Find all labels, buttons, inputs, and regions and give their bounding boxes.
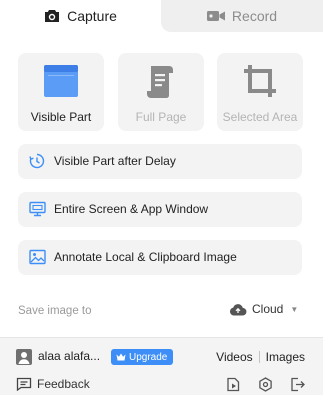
feedback-button[interactable]: Feedback	[16, 377, 90, 391]
link-divider	[258, 351, 260, 363]
camera-icon	[45, 10, 60, 22]
visible-part-tile[interactable]: Visible Part	[18, 53, 104, 131]
feedback-label: Feedback	[37, 377, 90, 391]
crown-icon	[116, 353, 126, 361]
annotate-image-button[interactable]: Annotate Local & Clipboard Image	[18, 240, 302, 275]
selected-area-label: Selected Area	[222, 110, 298, 124]
footer: alaa alafa... Upgrade Videos Images Feed…	[0, 337, 323, 395]
user-icon	[16, 349, 32, 365]
upgrade-button[interactable]: Upgrade	[111, 349, 174, 365]
videos-link[interactable]: Videos	[216, 350, 252, 364]
feedback-icon	[16, 377, 32, 391]
entire-screen-label: Entire Screen & App Window	[54, 202, 209, 216]
mode-tabs: Capture Record	[0, 0, 323, 32]
gallery-links: Videos Images	[216, 350, 305, 364]
settings-icon[interactable]	[258, 377, 273, 392]
image-icon	[29, 249, 46, 265]
save-destination-select[interactable]: Cloud ▼	[229, 302, 298, 316]
cloud-upload-icon	[229, 303, 247, 316]
images-link[interactable]: Images	[266, 350, 305, 364]
delay-label: Visible Part after Delay	[54, 154, 176, 168]
caret-down-icon: ▼	[290, 304, 299, 314]
upgrade-label: Upgrade	[129, 351, 168, 363]
tab-capture[interactable]: Capture	[0, 0, 161, 32]
save-destination-value: Cloud	[252, 302, 284, 316]
timer-icon	[29, 153, 45, 169]
full-page-tile[interactable]: Full Page	[118, 53, 204, 131]
selected-area-tile[interactable]: Selected Area	[217, 53, 303, 131]
play-list-icon[interactable]	[226, 377, 241, 392]
logout-icon[interactable]	[290, 377, 305, 392]
annotate-label: Annotate Local & Clipboard Image	[54, 250, 237, 264]
tab-record[interactable]: Record	[161, 0, 323, 32]
user-name[interactable]: alaa alafa...	[38, 349, 100, 363]
crop-icon	[244, 65, 276, 97]
tab-capture-label: Capture	[67, 8, 117, 24]
browser-window-icon	[44, 65, 78, 97]
monitor-icon	[29, 201, 46, 217]
save-image-to-label: Save image to	[18, 305, 92, 317]
visible-part-label: Visible Part	[30, 110, 92, 124]
video-icon	[206, 11, 225, 21]
tab-record-label: Record	[231, 8, 278, 24]
visible-part-after-delay-button[interactable]: Visible Part after Delay	[18, 144, 302, 179]
scroll-page-icon	[147, 66, 173, 98]
entire-screen-button[interactable]: Entire Screen & App Window	[18, 192, 302, 227]
full-page-label: Full Page	[135, 110, 187, 124]
